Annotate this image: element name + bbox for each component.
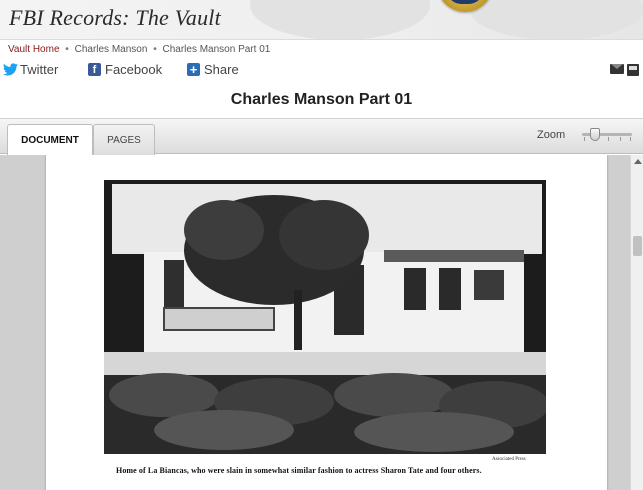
photo-credit: Associated Press — [492, 457, 526, 462]
zoom-tick — [584, 137, 585, 141]
house-photo-graphic — [104, 180, 546, 454]
breadcrumb-separator: • — [65, 44, 69, 55]
site-title[interactable]: FBI Records: The Vault — [9, 5, 221, 31]
twitter-button[interactable]: Twitter — [3, 62, 58, 77]
zoom-slider-handle[interactable] — [590, 128, 600, 141]
zoom-tick — [608, 137, 609, 141]
plus-share-icon: + — [187, 62, 200, 77]
tab-document[interactable]: DOCUMENT — [7, 124, 93, 156]
page-tools — [610, 64, 639, 76]
scanned-newspaper-photo — [104, 180, 546, 454]
scrollbar-thumb[interactable] — [633, 236, 642, 256]
world-map-graphic — [250, 0, 430, 39]
site-banner: FBI Records: The Vault — [0, 0, 643, 40]
breadcrumb: Vault Home • Charles Manson • Charles Ma… — [8, 44, 270, 55]
share-button[interactable]: + Share — [187, 62, 239, 77]
share-label: Share — [204, 62, 239, 77]
print-icon[interactable] — [627, 64, 639, 76]
facebook-f-icon: f — [88, 63, 101, 76]
breadcrumb-charles-manson[interactable]: Charles Manson — [75, 44, 148, 55]
zoom-label: Zoom — [537, 129, 566, 141]
breadcrumb-separator: • — [153, 44, 157, 55]
tab-pages[interactable]: PAGES — [93, 124, 155, 155]
mail-icon[interactable] — [610, 64, 624, 74]
social-share-bar: Twitter f Facebook + Share — [3, 62, 639, 78]
photo-caption: Home of La Biancas, who were slain in so… — [116, 466, 482, 475]
facebook-button[interactable]: f Facebook — [88, 62, 162, 77]
twitter-label: Twitter — [20, 62, 59, 77]
breadcrumb-current: Charles Manson Part 01 — [162, 44, 271, 55]
facebook-label: Facebook — [105, 62, 163, 77]
world-map-graphic-right — [470, 0, 643, 39]
scroll-up-arrow-icon[interactable] — [634, 159, 642, 164]
viewer-toolbar: DOCUMENT PAGES Zoom — [0, 118, 643, 156]
zoom-tick — [630, 137, 631, 141]
breadcrumb-vault-home[interactable]: Vault Home — [8, 44, 60, 55]
document-title: Charles Manson Part 01 — [230, 91, 413, 108]
zoom-tick — [620, 137, 621, 141]
viewer-scrollbar[interactable] — [630, 155, 643, 490]
twitter-bird-icon — [3, 63, 18, 76]
